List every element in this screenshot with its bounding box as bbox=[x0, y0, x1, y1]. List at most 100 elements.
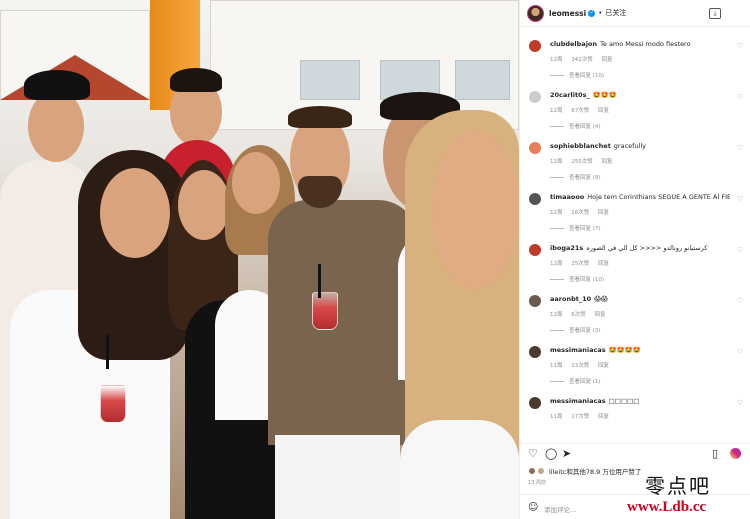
comment-likes[interactable]: 67次赞 bbox=[571, 108, 589, 114]
heart-icon[interactable]: ♡ bbox=[737, 246, 743, 254]
comment-likes[interactable]: 255次赞 bbox=[571, 159, 593, 165]
view-replies-button[interactable]: 查看回复 (3) bbox=[550, 326, 601, 334]
follow-status-button[interactable]: 已关注 bbox=[605, 8, 626, 18]
comment-item: iboga21s كرستيانو رونالدو <<<< كل الي في … bbox=[520, 238, 750, 289]
reply-button[interactable]: 回复 bbox=[602, 159, 613, 165]
commenter-avatar[interactable] bbox=[529, 142, 541, 154]
reply-button[interactable]: 回复 bbox=[598, 210, 609, 216]
woman-right-top bbox=[400, 420, 519, 519]
header-separator: • bbox=[598, 9, 603, 17]
author-avatar[interactable] bbox=[527, 4, 544, 22]
comment-list[interactable]: clubdelbajon Te amo Messi modo fiestero ♡… bbox=[520, 34, 750, 442]
commenter-username[interactable]: iboga21s bbox=[550, 244, 583, 252]
heart-icon[interactable]: ♡ bbox=[737, 297, 743, 305]
commenter-avatar[interactable] bbox=[529, 295, 541, 307]
comment-time: 12周 bbox=[550, 312, 563, 318]
view-replies-button[interactable]: 查看回复 (4) bbox=[550, 122, 601, 130]
replies-divider bbox=[550, 329, 564, 331]
commenter-username[interactable]: messimaniacas bbox=[550, 397, 606, 405]
commenter-avatar[interactable] bbox=[529, 91, 541, 103]
comment-likes[interactable]: 25次赞 bbox=[571, 261, 589, 267]
comment-time: 11周 bbox=[550, 363, 563, 369]
add-comment-input[interactable]: 添加评论... bbox=[544, 504, 576, 514]
drink-glass bbox=[100, 385, 126, 423]
comment-item: 20carlit0s_ 🤩🤩🤩 ♡ 12周 67次赞 回复 查看回复 (4) bbox=[520, 85, 750, 136]
person-back-hair bbox=[170, 68, 222, 92]
commenter-username[interactable]: sophiebblanchet bbox=[550, 142, 611, 150]
view-replies-button[interactable]: 查看回复 (10) bbox=[550, 71, 604, 79]
author-username[interactable]: leomessi bbox=[549, 9, 586, 18]
comment-text-line: sophiebblanchet gracefully bbox=[550, 142, 730, 151]
comment-text-line: 20carlit0s_ 🤩🤩🤩 bbox=[550, 91, 730, 100]
reply-button[interactable]: 回复 bbox=[598, 108, 609, 114]
replies-divider bbox=[550, 74, 564, 76]
replies-divider bbox=[550, 176, 564, 178]
comment-text-line: messimaniacas □□□□□ bbox=[550, 397, 730, 406]
view-replies-label: 查看回复 (9) bbox=[569, 175, 601, 181]
bookmark-icon[interactable]: ▯ bbox=[712, 448, 718, 460]
heart-icon[interactable]: ♡ bbox=[528, 448, 538, 460]
heart-icon[interactable]: ♡ bbox=[737, 348, 743, 356]
view-replies-label: 查看回复 (7) bbox=[569, 226, 601, 232]
view-replies-button[interactable]: 查看回复 (9) bbox=[550, 173, 601, 181]
download-icon[interactable]: ⤓ bbox=[709, 8, 721, 19]
comment-icon[interactable]: ◯ bbox=[545, 448, 557, 460]
reply-button[interactable]: 回复 bbox=[598, 414, 609, 420]
commenter-username[interactable]: messimaniacas bbox=[550, 346, 606, 354]
comment-meta: 12周 342次赞 回复 bbox=[550, 55, 620, 63]
comment-likes[interactable]: 342次赞 bbox=[571, 57, 593, 63]
commenter-username[interactable]: 20carlit0s_ bbox=[550, 91, 590, 99]
heart-icon[interactable]: ♡ bbox=[737, 42, 743, 50]
comment-likes[interactable]: 16次赞 bbox=[571, 210, 589, 216]
watermark-url: www.Ldb.cc bbox=[627, 499, 707, 515]
background-window bbox=[300, 60, 360, 100]
post-time: 13 周前 bbox=[528, 480, 546, 486]
comment-likes[interactable]: 23次赞 bbox=[571, 363, 589, 369]
view-replies-button[interactable]: 查看回复 (7) bbox=[550, 224, 601, 232]
woman-middle-face bbox=[178, 170, 230, 240]
comment-text-line: timaaooo Hoje tem Corinthians SEGUE A GEN… bbox=[550, 193, 730, 202]
drink-straw bbox=[106, 335, 109, 369]
comment-text-line: aaronbt_10 😱😱 bbox=[550, 295, 730, 304]
post-photo[interactable] bbox=[0, 0, 519, 519]
reply-button[interactable]: 回复 bbox=[598, 363, 609, 369]
commenter-avatar[interactable] bbox=[529, 40, 541, 52]
likes-summary[interactable]: lileitc和其他78.9 万位用户赞了 bbox=[528, 466, 641, 476]
comment-item: timaaooo Hoje tem Corinthians SEGUE A GEN… bbox=[520, 187, 750, 238]
emoji-icon[interactable]: ☺ bbox=[528, 502, 538, 513]
comment-time: 12周 bbox=[550, 57, 563, 63]
center-man-shirt bbox=[268, 200, 418, 445]
replies-divider bbox=[550, 278, 564, 280]
comment-time: 12周 bbox=[550, 210, 563, 216]
comment-text: 🤩🤩🤩 bbox=[592, 91, 617, 99]
comment-likes[interactable]: 6次赞 bbox=[571, 312, 586, 318]
commenter-avatar[interactable] bbox=[529, 244, 541, 256]
gift-icon[interactable] bbox=[730, 448, 741, 459]
view-replies-button[interactable]: 查看回复 (10) bbox=[550, 275, 604, 283]
heart-icon[interactable]: ♡ bbox=[737, 93, 743, 101]
view-replies-label: 查看回复 (1) bbox=[569, 379, 601, 385]
post-header: leomessi ✓ • 已关注 ⤓ bbox=[520, 0, 750, 27]
comment-likes[interactable]: 17次赞 bbox=[571, 414, 589, 420]
heart-icon[interactable]: ♡ bbox=[737, 399, 743, 407]
reply-button[interactable]: 回复 bbox=[602, 57, 613, 63]
commenter-avatar[interactable] bbox=[529, 397, 541, 409]
send-icon[interactable]: ➤ bbox=[562, 448, 571, 460]
reply-button[interactable]: 回复 bbox=[595, 312, 606, 318]
commenter-username[interactable]: clubdelbajon bbox=[550, 40, 597, 48]
comment-meta: 12周 16次赞 回复 bbox=[550, 208, 616, 216]
commenter-avatar[interactable] bbox=[529, 193, 541, 205]
commenter-avatar[interactable] bbox=[529, 346, 541, 358]
post-actions: ♡ ◯ ➤ ▯ bbox=[520, 443, 750, 463]
heart-icon[interactable]: ♡ bbox=[737, 195, 743, 203]
commenter-username[interactable]: timaaooo bbox=[550, 193, 584, 201]
watermark: 零点吧 www.Ldb.cc bbox=[627, 470, 745, 516]
liker-avatar bbox=[537, 467, 545, 475]
comment-text-line: messimaniacas 🤩🤩🤩🤩 bbox=[550, 346, 730, 355]
comment-meta: 12周 67次赞 回复 bbox=[550, 106, 616, 114]
reply-button[interactable]: 回复 bbox=[598, 261, 609, 267]
commenter-username[interactable]: aaronbt_10 bbox=[550, 295, 591, 303]
heart-icon[interactable]: ♡ bbox=[737, 144, 743, 152]
center-man-shorts bbox=[275, 435, 400, 519]
view-replies-button[interactable]: 查看回复 (1) bbox=[550, 377, 601, 385]
